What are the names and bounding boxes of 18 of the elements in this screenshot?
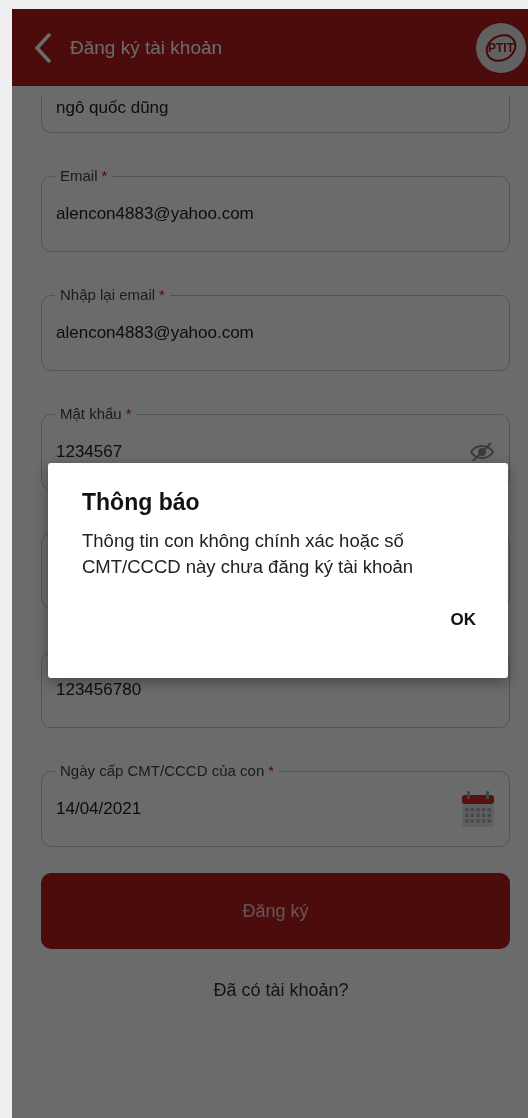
field-label: Email *	[59, 167, 109, 185]
eye-off-icon[interactable]	[469, 441, 495, 463]
dialog-title: Thông báo	[82, 489, 201, 516]
input-field[interactable]: ngô quốc dũng	[41, 95, 510, 133]
field-label: Ngày cấp CMT/CCCD của con *	[59, 762, 276, 780]
field-label: Mật khẩu *	[59, 405, 133, 423]
input-field[interactable]: Ngày cấp CMT/CCCD của con * 14/04/2021	[41, 762, 510, 847]
register-button[interactable]: Đăng ký	[41, 873, 510, 949]
field-label: Nhập lại email *	[59, 286, 166, 304]
back-icon[interactable]	[34, 32, 52, 63]
login-link[interactable]: Đã có tài khoản?	[213, 980, 349, 1001]
ok-button[interactable]: OK	[438, 604, 488, 636]
dialog-message: Thông tin con không chính xác hoặc số CMT/CCCD này chưa đăng ký tài khoản	[82, 529, 415, 579]
input-field[interactable]: Nhập lại email * alencon4883@yahoo.com	[41, 286, 510, 371]
header-title: Đăng ký tài khoản	[70, 36, 224, 59]
input-field[interactable]: Email * alencon4883@yahoo.com	[41, 167, 510, 252]
logo: PTIT	[476, 22, 526, 73]
calendar-icon[interactable]	[461, 790, 495, 828]
